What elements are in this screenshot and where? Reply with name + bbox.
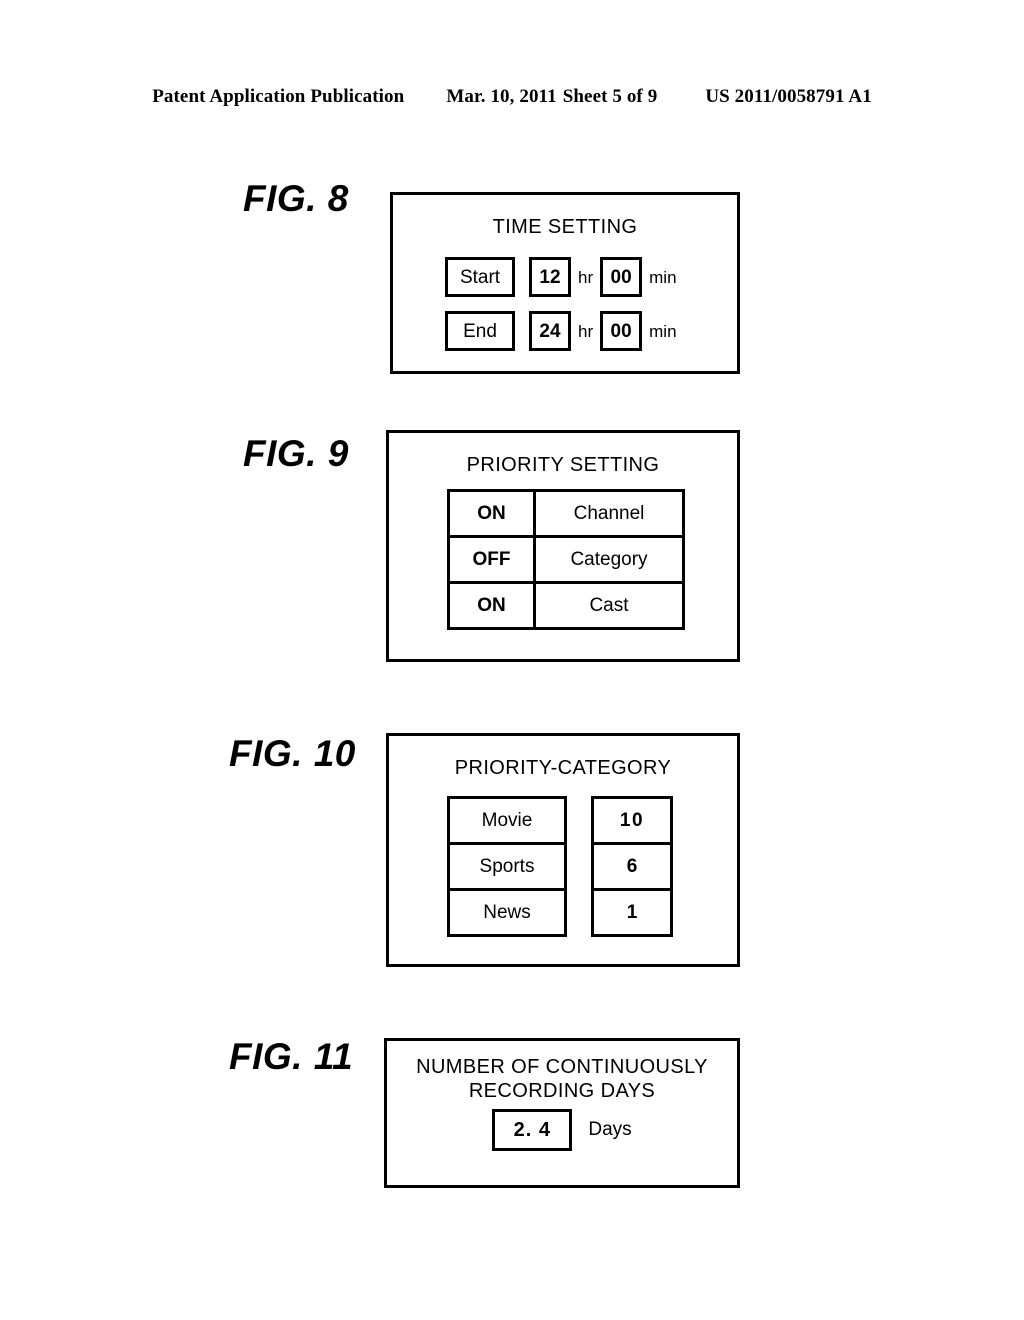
priority-item-cell: Cast (589, 594, 629, 616)
publication-label: Patent Application Publication (152, 86, 405, 107)
table-row[interactable]: 10 (594, 799, 670, 842)
recording-days-panel: NUMBER OF CONTINUOUSLY RECORDING DAYS 2.… (384, 1038, 740, 1188)
priority-setting-table: ON Channel OFF Category ON Cast (447, 489, 685, 630)
start-minute-unit: min (649, 267, 677, 287)
priority-state-cell[interactable]: ON (450, 584, 536, 627)
patent-number: US 2011/0058791 A1 (705, 86, 872, 107)
time-setting-panel: TIME SETTING Start 12 hr 00 min End 24 h… (390, 192, 740, 374)
table-row[interactable]: News (450, 888, 564, 934)
end-minute-field[interactable]: 00 (600, 311, 643, 351)
start-hour-field[interactable]: 12 (529, 257, 571, 297)
category-name-table: Movie Sports News (447, 796, 567, 937)
priority-setting-title: PRIORITY SETTING (466, 454, 660, 476)
priority-category-title: PRIORITY-CATEGORY (454, 757, 672, 779)
page-header: Patent Application Publication Mar. 10, … (0, 86, 1024, 108)
priority-item-cell: Category (570, 548, 648, 570)
table-row[interactable]: 1 (594, 888, 670, 934)
table-row[interactable]: ON Channel (450, 492, 682, 535)
figure-9-label: FIG. 9 (243, 433, 349, 474)
time-setting-title: TIME SETTING (492, 216, 638, 238)
start-minute-field[interactable]: 00 (600, 257, 643, 297)
priority-setting-panel: PRIORITY SETTING ON Channel OFF Category… (386, 430, 740, 662)
recording-days-unit: Days (588, 1119, 632, 1140)
figure-8-label: FIG. 8 (243, 178, 349, 219)
priority-category-panel: PRIORITY-CATEGORY Movie Sports News 10 6… (386, 733, 740, 967)
figure-11-label: FIG. 11 (229, 1036, 354, 1077)
category-score-cell[interactable]: 1 (594, 891, 670, 934)
time-setting-rows: Start 12 hr 00 min End 24 hr 00 min (393, 253, 737, 361)
recording-days-title: NUMBER OF CONTINUOUSLY RECORDING DAYS (416, 1056, 708, 1102)
recording-days-row: 2. 4 Days (387, 1109, 737, 1151)
figure-10-label: FIG. 10 (229, 733, 356, 774)
table-row[interactable]: ON Cast (450, 581, 682, 627)
end-hour-unit: hr (578, 321, 594, 341)
publication-date: Mar. 10, 2011 (446, 86, 557, 107)
priority-state-cell[interactable]: ON (450, 492, 536, 535)
category-name-cell[interactable]: Movie (450, 799, 564, 842)
recording-days-field[interactable]: 2. 4 (492, 1109, 573, 1151)
start-label-box[interactable]: Start (445, 257, 515, 297)
end-minute-unit: min (649, 321, 677, 341)
end-hour-field[interactable]: 24 (529, 311, 571, 351)
table-row[interactable]: Movie (450, 799, 564, 842)
category-name-cell[interactable]: News (450, 891, 564, 934)
time-row-start: Start 12 hr 00 min (393, 253, 737, 301)
priority-item-cell: Channel (573, 502, 645, 524)
category-score-table: 10 6 1 (591, 796, 673, 937)
time-row-end: End 24 hr 00 min (393, 307, 737, 355)
table-row[interactable]: OFF Category (450, 535, 682, 581)
table-row[interactable]: 6 (594, 842, 670, 888)
end-label-box[interactable]: End (445, 311, 515, 351)
table-row[interactable]: Sports (450, 842, 564, 888)
start-hour-unit: hr (578, 267, 594, 287)
category-score-cell[interactable]: 6 (594, 845, 670, 888)
priority-state-cell[interactable]: OFF (450, 538, 536, 581)
category-name-cell[interactable]: Sports (450, 845, 564, 888)
sheet-number: Sheet 5 of 9 (562, 86, 658, 107)
category-score-cell[interactable]: 10 (594, 799, 670, 842)
